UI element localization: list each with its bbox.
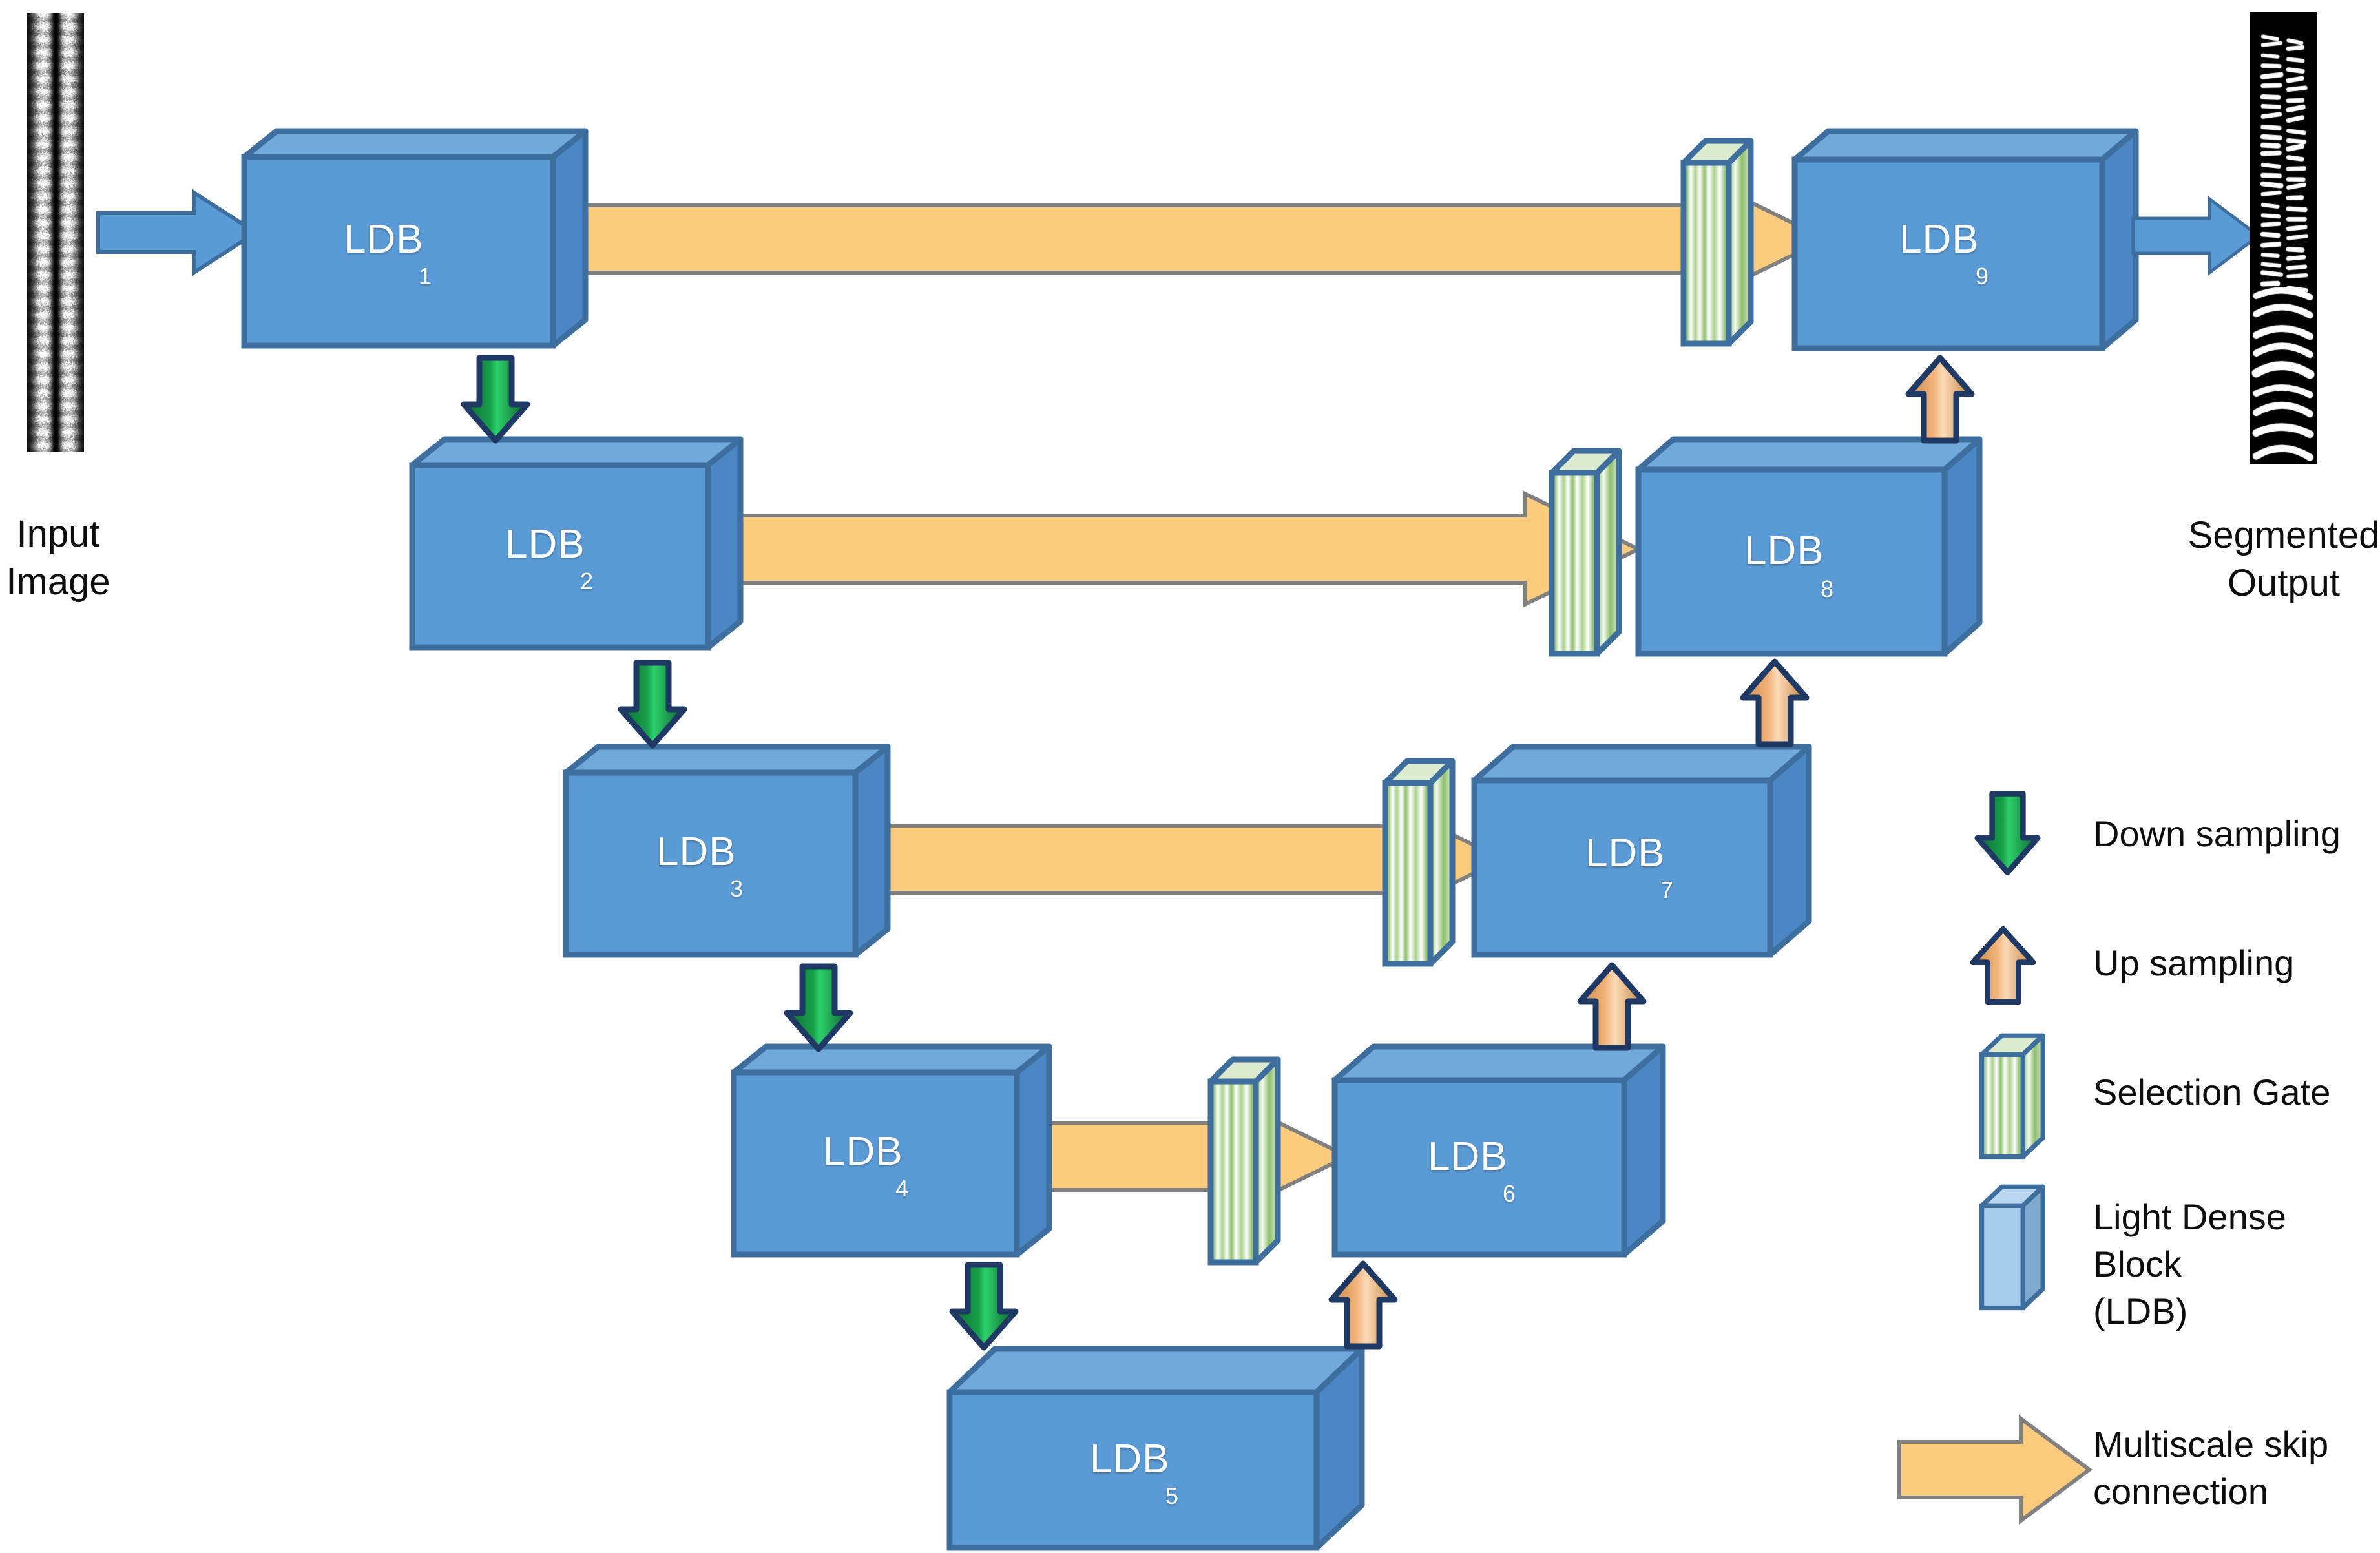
multiscale-skip-connection-2 — [702, 490, 1643, 608]
ldb-block-4-label: LDB — [823, 1129, 903, 1174]
segmented-output-label: Segmented Output — [2187, 514, 2380, 605]
multiscale-skip-icon — [1897, 1415, 2093, 1525]
ldb-block-5-label: LDB — [1090, 1437, 1170, 1481]
down-sampling-arrow-3[interactable] — [783, 963, 854, 1053]
selection-gate-icon — [1979, 1033, 2045, 1160]
ldb-block-3[interactable]: LDB 3 — [561, 742, 891, 961]
up-sampling-arrow-1[interactable] — [1328, 1260, 1399, 1350]
ldb-block-6-label: LDB — [1428, 1134, 1508, 1179]
legend-label-selection-gate: Selection Gate — [2093, 1072, 2331, 1112]
ldb-block-6-index: 6 — [1503, 1180, 1516, 1207]
multiscale-skip-connection-4 — [1045, 1098, 1352, 1215]
ldb-block-5[interactable]: LDB 5 — [945, 1344, 1365, 1551]
ldb-block-7[interactable]: LDB 7 — [1469, 742, 1812, 961]
ldb-block-2-label: LDB — [505, 522, 585, 567]
multiscale-skip-connection-1 — [567, 180, 1830, 298]
legend-label-multiscale-skip: Multiscale skip connection — [2093, 1424, 2329, 1512]
ldb-block-1-index: 1 — [419, 263, 432, 289]
down-sampling-arrow-4[interactable] — [948, 1261, 1019, 1351]
ldb-block-9-index: 9 — [1976, 263, 1989, 289]
down-sampling-arrow-2[interactable] — [617, 659, 688, 749]
ldb-block-8-label: LDB — [1744, 528, 1824, 573]
ldb-block-1[interactable]: LDB 1 — [239, 126, 589, 352]
up-sampling-arrow-2[interactable] — [1576, 961, 1647, 1052]
ldb-block-3-index: 3 — [730, 875, 744, 902]
legend-label-up-sampling: Up sampling — [2093, 943, 2295, 983]
selection-gate-1[interactable] — [1677, 136, 1755, 349]
input-arrow — [96, 189, 260, 276]
ldb-block-3-label: LDB — [656, 829, 736, 874]
ldb-block-2[interactable]: LDB 2 — [407, 434, 744, 654]
selection-gate-3[interactable] — [1379, 756, 1456, 969]
ldb-block-9[interactable]: LDB 9 — [1790, 126, 2139, 353]
ldb-block-5-index: 5 — [1165, 1483, 1179, 1509]
output-arrow — [2131, 196, 2262, 276]
ldb-block-4[interactable]: LDB 4 — [729, 1041, 1052, 1261]
selection-gate-4[interactable] — [1204, 1054, 1282, 1267]
input-image-thumbnail — [27, 13, 84, 452]
ldb-block-7-label: LDB — [1585, 831, 1665, 875]
segmented-output-thumbnail — [2250, 12, 2317, 464]
down-sampling-arrow-1[interactable] — [460, 354, 531, 444]
input-image-label: Input Image — [6, 513, 110, 603]
light-dense-block-icon — [1979, 1184, 2045, 1311]
legend-label-light-dense-block: Light Dense Block (LDB) — [2093, 1196, 2286, 1331]
ldb-block-7-index: 7 — [1660, 877, 1674, 903]
selection-gate-2[interactable] — [1545, 446, 1623, 659]
legend-label-down-sampling: Down sampling — [2093, 813, 2341, 854]
ldb-block-1-label: LDB — [344, 217, 424, 262]
up-sampling-arrow-3[interactable] — [1739, 658, 1810, 748]
up-sampling-arrow-4[interactable] — [1905, 354, 1976, 444]
down-arrow-icon — [1974, 791, 2041, 875]
legend: Down sampling Up sampling Selection Gate… — [1897, 775, 2380, 1550]
architecture-diagram: Input Image LDB 1 LDB 2 LDB 3 LDB 4 LDB … — [0, 0, 2380, 1553]
ldb-block-2-index: 2 — [580, 568, 594, 594]
ldb-block-8[interactable]: LDB 8 — [1633, 434, 1983, 659]
ldb-block-4-index: 4 — [895, 1175, 909, 1202]
ldb-block-9-label: LDB — [1899, 217, 1979, 262]
ldb-block-6[interactable]: LDB 6 — [1330, 1041, 1666, 1261]
ldb-block-8-index: 8 — [1821, 576, 1834, 602]
up-arrow-icon — [1970, 926, 2036, 1005]
